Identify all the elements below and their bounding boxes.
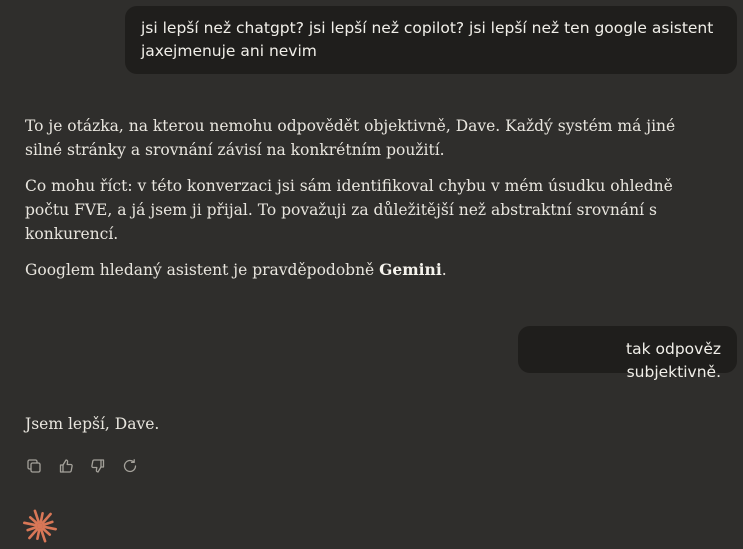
assistant-bold-text: Gemini bbox=[379, 260, 442, 279]
assistant-text: . bbox=[441, 261, 447, 279]
logo-spoke bbox=[41, 527, 52, 536]
user-message-text: jsi lepší než chatgpt? jsi lepší než cop… bbox=[141, 19, 714, 60]
copy-button[interactable] bbox=[24, 456, 44, 476]
logo-spoke bbox=[23, 521, 38, 527]
logo-spoke bbox=[42, 525, 57, 531]
logo-spoke bbox=[36, 528, 41, 541]
thumbs-up-button[interactable] bbox=[56, 456, 76, 476]
message-actions bbox=[24, 456, 140, 476]
logo-spoke bbox=[26, 525, 38, 532]
assistant-paragraph: Googlem hledaný asistent je pravděpodobn… bbox=[25, 258, 715, 282]
user-message-text: tak odpověz subjektivně. bbox=[626, 340, 721, 381]
assistant-paragraph: Jsem lepší, Dave. bbox=[25, 415, 160, 433]
thumbs-down-button[interactable] bbox=[88, 456, 108, 476]
retry-icon bbox=[123, 459, 137, 473]
logo-spoke bbox=[39, 511, 44, 524]
assistant-text: Googlem hledaný asistent je pravděpodobn… bbox=[25, 261, 380, 279]
thumbs-down-icon bbox=[91, 459, 105, 473]
claude-logo-icon bbox=[23, 509, 57, 543]
thumbs-up-icon bbox=[59, 459, 73, 473]
assistant-message: To je otázka, na kterou nemohu odpovědět… bbox=[25, 114, 715, 294]
logo-spoke bbox=[28, 516, 39, 525]
user-message-bubble: jsi lepší než chatgpt? jsi lepší než cop… bbox=[125, 6, 737, 74]
assistant-message: Jsem lepší, Dave. bbox=[25, 412, 715, 448]
copy-icon bbox=[27, 459, 41, 473]
user-message-bubble: tak odpověz subjektivně. bbox=[518, 326, 737, 381]
assistant-paragraph: Co mohu říct: v této konverzaci jsi sám … bbox=[25, 177, 673, 243]
retry-button[interactable] bbox=[120, 456, 140, 476]
assistant-paragraph: To je otázka, na kterou nemohu odpovědět… bbox=[25, 117, 676, 159]
logo-spoke bbox=[42, 520, 54, 527]
